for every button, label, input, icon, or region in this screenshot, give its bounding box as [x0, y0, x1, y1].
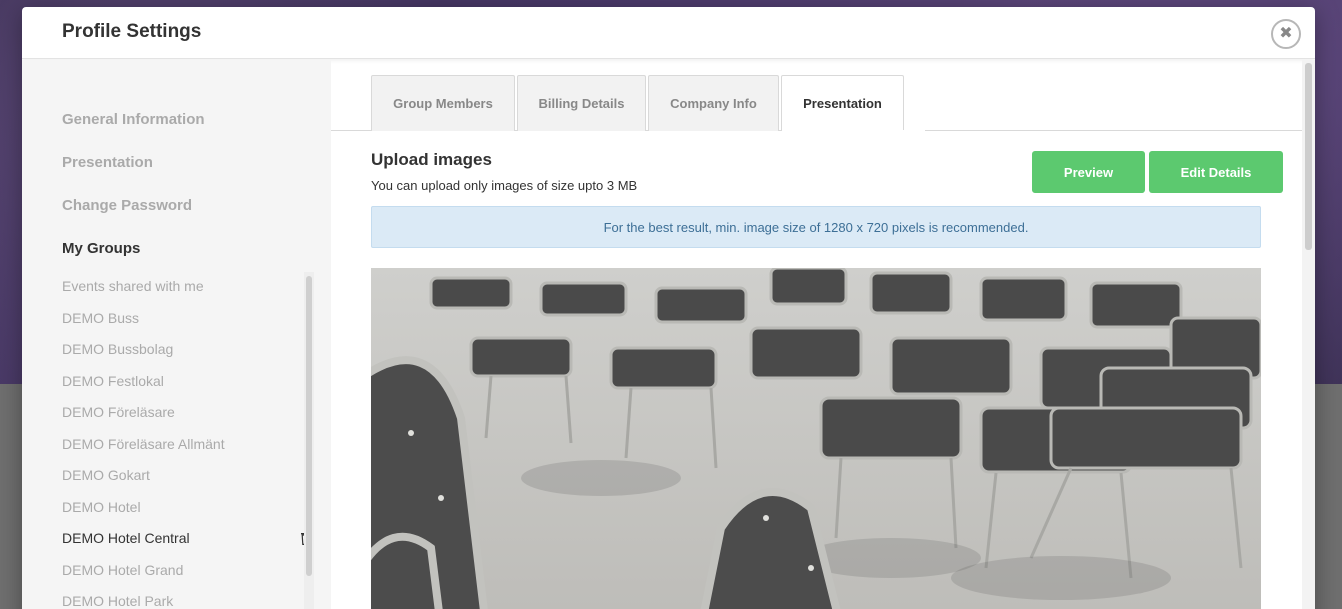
main-scrollbar-thumb[interactable] [1305, 63, 1312, 250]
close-icon[interactable]: ✖ [1271, 19, 1301, 49]
group-item[interactable]: DEMO Bussbolag [62, 340, 312, 372]
sidebar-nav: General Information Presentation Change … [62, 110, 205, 282]
tab-group-members[interactable]: Group Members [371, 75, 515, 131]
presentation-image[interactable] [371, 268, 1261, 609]
group-item-events-shared[interactable]: Events shared with me [62, 277, 312, 309]
group-item[interactable]: DEMO Buss [62, 309, 312, 341]
group-item-selected[interactable]: DEMO Hotel Central [62, 529, 312, 561]
section-subtitle: You can upload only images of size upto … [371, 178, 638, 193]
sidebar-scrollbar-thumb[interactable] [306, 276, 312, 576]
group-item[interactable]: DEMO Föreläsare Allmänt [62, 435, 312, 467]
edit-details-button[interactable]: Edit Details [1149, 151, 1283, 193]
sidebar-item-general-information[interactable]: General Information [62, 110, 205, 153]
info-text: For the best result, min. image size of … [603, 219, 1029, 235]
preview-button[interactable]: Preview [1032, 151, 1145, 193]
sidebar-item-presentation[interactable]: Presentation [62, 153, 205, 196]
sidebar-item-change-password[interactable]: Change Password [62, 196, 205, 239]
tab-billing-details[interactable]: Billing Details [517, 75, 646, 131]
modal-title: Profile Settings [62, 21, 202, 42]
group-item[interactable]: DEMO Festlokal [62, 372, 312, 404]
sidebar-item-my-groups[interactable]: My Groups [62, 239, 205, 282]
tab-presentation[interactable]: Presentation [781, 75, 904, 131]
group-item[interactable]: DEMO Hotel Grand [62, 561, 312, 593]
modal-header: Profile Settings ✖ [22, 7, 1315, 59]
group-item[interactable]: DEMO Hotel [62, 498, 312, 530]
group-item-label: DEMO Hotel Central [62, 530, 190, 546]
active-tab-underline-gap [804, 130, 925, 131]
group-item[interactable]: DEMO Gokart [62, 466, 312, 498]
main-content: Group Members Billing Details Company In… [331, 60, 1315, 609]
group-list: Events shared with me DEMO Buss DEMO Bus… [62, 277, 312, 609]
tab-company-info[interactable]: Company Info [648, 75, 779, 131]
group-item[interactable]: DEMO Hotel Park [62, 592, 312, 609]
image-size-info: For the best result, min. image size of … [371, 206, 1261, 248]
tab-bar: Group Members Billing Details Company In… [371, 75, 906, 131]
section-title: Upload images [371, 150, 492, 169]
conference-chairs-photo [371, 268, 1261, 609]
group-item[interactable]: DEMO Föreläsare [62, 403, 312, 435]
profile-settings-modal: Profile Settings ✖ General Information P… [22, 7, 1315, 609]
sidebar: General Information Presentation Change … [22, 60, 331, 609]
